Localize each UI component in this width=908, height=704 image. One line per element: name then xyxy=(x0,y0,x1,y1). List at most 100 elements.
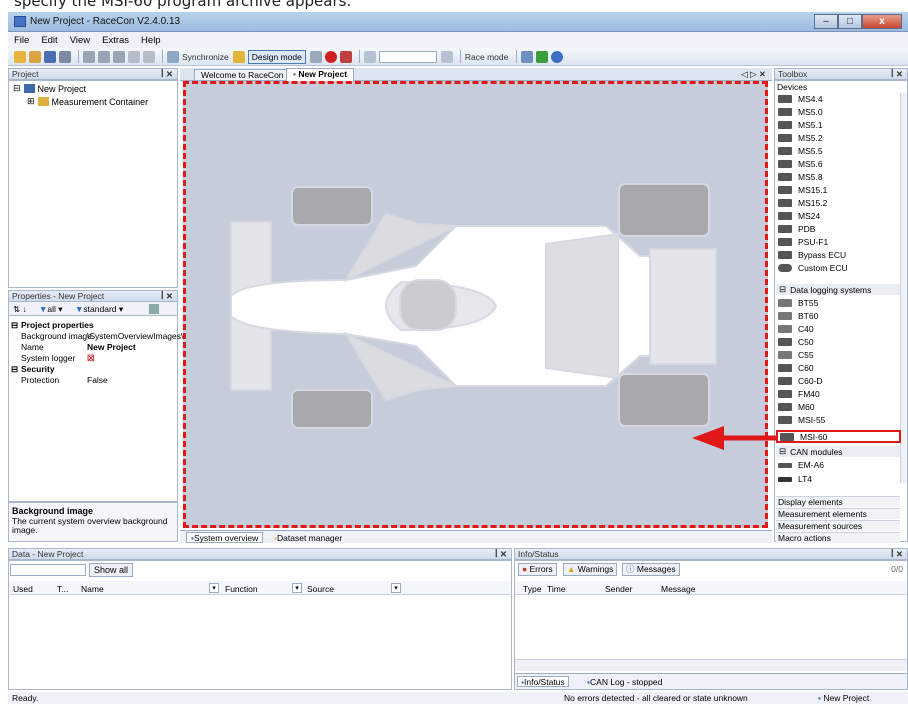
group-can-modules[interactable]: ⊟ CAN modules xyxy=(776,446,900,457)
device-ms5-0[interactable]: MS5.0 xyxy=(778,107,823,117)
tab-welcome[interactable]: Welcome to RaceCon xyxy=(194,69,291,81)
group-measurement-sources[interactable]: Measurement sources xyxy=(776,520,900,531)
group-measurement-elements[interactable]: Measurement elements xyxy=(776,508,900,519)
filter-standard[interactable]: ▼standard ▾ xyxy=(75,304,123,315)
zoom-combo[interactable] xyxy=(378,50,437,63)
zoom-icon[interactable] xyxy=(363,50,376,63)
tab-can-log[interactable]: ▪ CAN Log - stopped xyxy=(587,677,662,687)
section-security[interactable]: ⊟ Security xyxy=(9,364,182,375)
logger-c55[interactable]: C55 xyxy=(778,350,814,360)
menu-file[interactable]: File xyxy=(14,35,29,46)
logger-bt60[interactable]: BT60 xyxy=(778,311,818,321)
print-icon[interactable] xyxy=(59,50,71,63)
device-ms5-8[interactable]: MS5.8 xyxy=(778,172,823,182)
pin-icon[interactable]: ꟾ ✕ xyxy=(161,291,173,301)
name-filter-dropdown[interactable]: ▾ xyxy=(209,583,219,593)
prop-protection[interactable]: Protection False xyxy=(9,375,182,386)
logger-c60-d[interactable]: C60-D xyxy=(778,376,823,386)
group-macro-actions[interactable]: Macro actions xyxy=(776,532,900,543)
pin-icon[interactable]: ꟾ ✕ xyxy=(891,549,903,559)
device-ms24[interactable]: MS24 xyxy=(778,211,820,221)
stop-icon[interactable] xyxy=(339,50,352,63)
logger-c60[interactable]: C60 xyxy=(778,363,814,373)
toolbox-scrollbar[interactable] xyxy=(900,93,907,483)
pin-icon[interactable]: ꟾ ✕ xyxy=(495,549,507,559)
device-psu-f1[interactable]: PSU-F1 xyxy=(778,237,828,247)
device-ms4-4[interactable]: MS4.4 xyxy=(778,94,823,104)
record-icon[interactable] xyxy=(324,50,337,63)
tab-dataset-manager[interactable]: ▪ Dataset manager xyxy=(270,533,346,543)
save-icon[interactable] xyxy=(44,50,56,63)
menu-edit[interactable]: Edit xyxy=(41,35,57,46)
group-display-elements[interactable]: Display elements xyxy=(776,496,900,507)
can-lt4[interactable]: LT4 xyxy=(778,474,812,484)
device-ms5-5[interactable]: MS5.5 xyxy=(778,146,823,156)
tab-new-project[interactable]: ▪ New Project xyxy=(286,68,355,81)
show-all-button[interactable]: Show all xyxy=(89,563,134,577)
warnings-button[interactable]: ▲ Warnings xyxy=(563,563,618,576)
col-type[interactable]: Type xyxy=(523,584,541,594)
race-mode-button[interactable]: Race mode xyxy=(465,52,508,62)
close-button[interactable]: x xyxy=(862,14,902,29)
help-icon[interactable] xyxy=(551,50,564,63)
logger-msi-60[interactable]: MSI-60 xyxy=(776,430,901,443)
logger-fm40[interactable]: FM40 xyxy=(778,389,820,399)
tree-node-measurement[interactable]: ⊞ Measurement Container xyxy=(27,96,148,107)
device-ms15-1[interactable]: MS15.1 xyxy=(778,185,827,195)
messages-button[interactable]: ⓘ Messages xyxy=(622,563,680,576)
paste-icon[interactable] xyxy=(113,50,125,63)
maximize-button[interactable]: □ xyxy=(838,14,862,29)
menu-help[interactable]: Help xyxy=(141,35,161,46)
undo-icon[interactable] xyxy=(128,50,140,63)
redo-icon[interactable] xyxy=(143,50,155,63)
section-project-properties[interactable]: ⊟ Project properties xyxy=(9,320,182,331)
device-bypass-ecu[interactable]: Bypass ECU xyxy=(778,250,846,260)
tab-system-overview[interactable]: ▪ System overview xyxy=(186,532,264,543)
logger-c40[interactable]: C40 xyxy=(778,324,814,334)
info-hscrollbar[interactable] xyxy=(515,659,907,671)
data-filter-input[interactable] xyxy=(10,564,86,576)
view-icon[interactable] xyxy=(149,304,159,314)
tree-node-project[interactable]: ⊟ New Project xyxy=(13,83,86,94)
col-type[interactable]: T... xyxy=(57,584,68,594)
logger-c50[interactable]: C50 xyxy=(778,337,814,347)
layout-icon[interactable] xyxy=(521,50,534,63)
col-sender[interactable]: Sender xyxy=(605,584,632,594)
device-ms5-2[interactable]: MS5.2 xyxy=(778,133,823,143)
synchronize-button[interactable]: Synchronize xyxy=(182,52,229,62)
device-custom-ecu[interactable]: Custom ECU xyxy=(778,263,848,273)
col-source[interactable]: Source xyxy=(307,584,334,594)
col-message[interactable]: Message xyxy=(661,584,696,594)
filter-all[interactable]: ▼all ▾ xyxy=(39,304,63,315)
group-data-logging[interactable]: ⊟ Data logging systems xyxy=(776,284,900,295)
device-ms5-6[interactable]: MS5.6 xyxy=(778,159,823,169)
synchronize-icon[interactable] xyxy=(167,50,179,63)
col-used[interactable]: Used xyxy=(13,584,33,594)
grid-icon[interactable] xyxy=(536,50,549,63)
open-icon[interactable] xyxy=(29,50,41,63)
can-em-a6[interactable]: EM-A6 xyxy=(778,460,824,470)
new-icon[interactable] xyxy=(14,50,26,63)
copy-icon[interactable] xyxy=(98,50,110,63)
logger-msi-55[interactable]: MSI-55 xyxy=(778,415,825,425)
tab-nav-icons[interactable]: ◁ ▷ ✕ xyxy=(741,69,766,80)
prop-name[interactable]: Name New Project xyxy=(9,342,182,353)
errors-button[interactable]: ● Errors xyxy=(518,563,557,576)
devices-group[interactable]: Devices xyxy=(777,82,807,92)
logger-m60[interactable]: M60 xyxy=(778,402,815,412)
prop-background[interactable]: Background image \SystemOverviewImages\ xyxy=(9,331,183,342)
zoom-out-icon[interactable] xyxy=(440,50,453,63)
play-icon[interactable] xyxy=(309,50,322,63)
design-mode-button[interactable]: Design mode xyxy=(247,49,306,64)
system-overview-canvas[interactable] xyxy=(183,81,768,528)
logger-bt55[interactable]: BT55 xyxy=(778,298,818,308)
sort-icon[interactable]: ⇅ ↓ xyxy=(13,304,27,315)
device-pdb[interactable]: PDB xyxy=(778,224,815,234)
minimize-button[interactable]: – xyxy=(814,14,838,29)
cut-icon[interactable] xyxy=(83,50,95,63)
function-filter-dropdown[interactable]: ▾ xyxy=(292,583,302,593)
pin-icon[interactable]: ꟾ ✕ xyxy=(161,69,173,79)
col-time[interactable]: Time xyxy=(547,584,566,594)
source-filter-dropdown[interactable]: ▾ xyxy=(391,583,401,593)
pin-icon[interactable]: ꟾ ✕ xyxy=(891,69,903,79)
